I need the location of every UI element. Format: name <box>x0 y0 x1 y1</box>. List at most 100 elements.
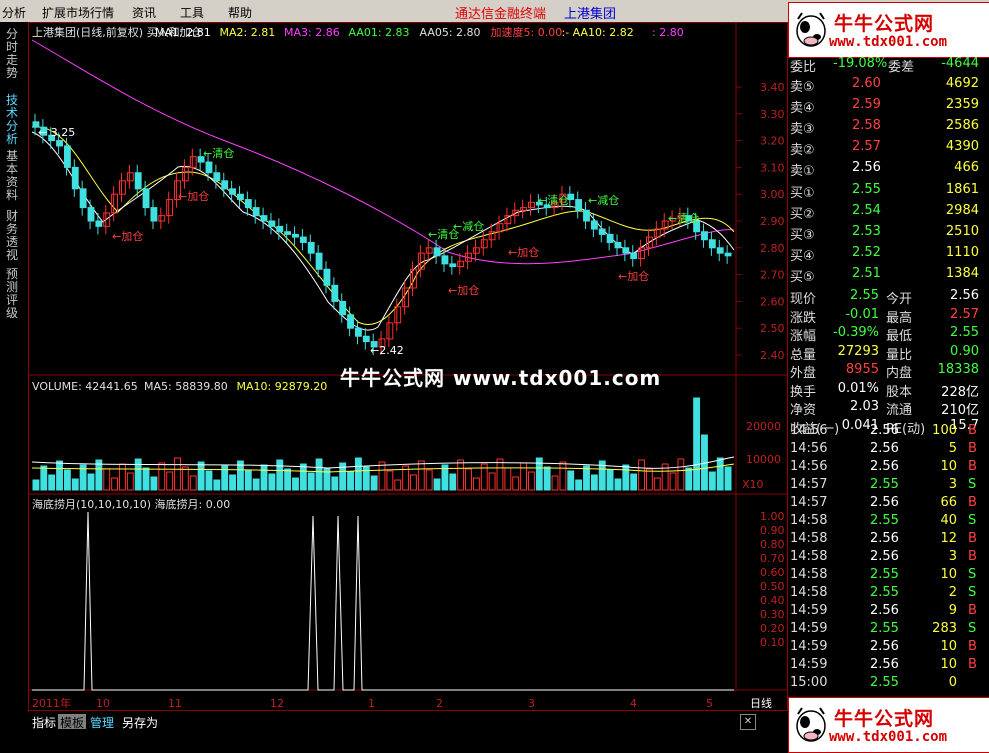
indicator-tick-label: 0.20 <box>760 622 785 635</box>
tick-volume: 10 <box>940 459 957 474</box>
tick-time: 14:59 <box>790 657 828 672</box>
menu-help[interactable]: 帮助 <box>228 4 252 21</box>
tick-price: 2.56 <box>870 531 899 546</box>
tick-side: B <box>968 639 977 654</box>
candle-body <box>394 306 402 324</box>
price-tick-label: 2.70 <box>760 269 785 282</box>
tab-intraday[interactable]: 分时走势 <box>6 28 22 80</box>
volume-bar <box>394 479 402 491</box>
tab-indicator[interactable]: 指标 <box>30 714 58 730</box>
stat-row: 净资 2.03 流通 210亿 <box>788 398 983 418</box>
quote-label: 买③ <box>790 228 815 243</box>
quote-label: 涨幅 <box>790 329 817 344</box>
tick-time: 14:57 <box>790 477 828 492</box>
volume-bar <box>181 466 189 491</box>
tick-volume: 9 <box>948 603 957 618</box>
stat-row: 总量 27293 量比 0.90 <box>788 343 983 363</box>
price-tick-label: 3.40 <box>760 81 785 94</box>
chart-header-item: MA1: 2.81 <box>155 26 211 39</box>
candle-body <box>244 199 252 209</box>
tick-volume: 0 <box>948 675 957 690</box>
volume-bar <box>433 478 441 491</box>
tick-row: 14:56 2.56 10 B <box>788 458 983 476</box>
candle-body <box>166 199 174 217</box>
volume-bar <box>56 460 63 491</box>
candle-body <box>150 207 158 222</box>
volume-bar <box>622 464 630 491</box>
tick-side: B <box>968 441 977 456</box>
quote-value: 2.59 <box>852 97 881 112</box>
tick-volume: 40 <box>940 513 957 528</box>
quote-value: 4390 <box>945 139 979 154</box>
tick-time: 14:59 <box>790 639 828 654</box>
quote-label: 卖④ <box>790 101 815 116</box>
price-tick-label: 2.40 <box>760 349 785 362</box>
candle-body <box>236 193 244 201</box>
date-label: 5 <box>706 697 713 710</box>
chart-header-item: MA2: 2.81 <box>220 26 276 39</box>
sell-level-row: 卖① 2.56 466 <box>788 159 983 179</box>
tab-basic-info[interactable]: 基本资料 <box>6 150 22 202</box>
volume-bar <box>496 458 504 491</box>
tick-list: 14:56 2.56 100 B 14:56 2.56 5 B 14:56 2.56 10 B 14:5… <box>788 422 989 697</box>
volume-header-item: VOLUME: 42441.65 <box>32 380 138 393</box>
app-title: 通达信金融终端 <box>455 7 547 22</box>
volume-bar <box>543 466 551 491</box>
candle-body <box>276 225 284 233</box>
signal-buy-label: ←加仓 <box>112 229 143 243</box>
quote-label: 净资 <box>790 403 817 418</box>
volume-bar <box>158 462 166 491</box>
ma2-line <box>31 126 735 325</box>
volume-bar <box>645 468 653 491</box>
menu-tools[interactable]: 工具 <box>180 4 204 21</box>
tick-price: 2.55 <box>870 585 899 600</box>
volume-tick-label: 20000 <box>746 420 781 433</box>
menu-extended-market[interactable]: 扩展市场行情 <box>42 4 114 21</box>
date-label: 12 <box>270 697 284 710</box>
tab-financial[interactable]: 财务透视 <box>6 210 22 262</box>
buy-level-row: 买② 2.54 2984 <box>788 202 983 222</box>
tick-price: 2.56 <box>870 459 899 474</box>
quote-value: 2.55 <box>852 182 881 197</box>
tick-time: 14:58 <box>790 567 828 582</box>
menu-news[interactable]: 资讯 <box>132 4 156 21</box>
candle-body <box>701 231 708 241</box>
buy-level-row: 买③ 2.53 2510 <box>788 223 983 243</box>
price-tick-label: 2.90 <box>760 215 785 228</box>
volume-bar <box>693 397 701 491</box>
tick-price: 2.56 <box>870 423 899 438</box>
quote-label: 卖⑤ <box>790 80 815 95</box>
menu-analysis[interactable]: 分析 <box>2 4 26 21</box>
close-icon[interactable]: ✕ <box>740 714 756 730</box>
volume-bar <box>252 478 260 491</box>
volume-bar <box>134 458 142 491</box>
ad-title: 牛牛公式网 <box>834 708 935 730</box>
tick-side: B <box>968 657 977 672</box>
signal-buy-label: ←加仓 <box>178 189 209 203</box>
sell-level-row: 卖② 2.57 4390 <box>788 138 983 158</box>
volume-bar <box>488 472 496 491</box>
tick-row: 14:59 2.56 10 B <box>788 638 983 656</box>
volume-bar <box>528 471 535 491</box>
volume-bar <box>417 460 425 491</box>
volume-bar <box>71 478 79 491</box>
candle-body <box>79 188 87 209</box>
date-label: 1 <box>368 697 375 710</box>
tab-technical[interactable]: 技术分析 <box>6 94 22 146</box>
tab-manage[interactable]: 管理 <box>88 714 116 730</box>
ad-banner-bottom[interactable]: 牛牛公式网 www.tdx001.com <box>788 697 989 753</box>
candle-body <box>449 263 457 268</box>
tick-price: 2.56 <box>870 549 899 564</box>
candle-body <box>134 172 142 190</box>
tab-template[interactable]: 模板 <box>58 714 87 730</box>
tick-price: 2.56 <box>870 441 899 456</box>
tab-forecast[interactable]: 预测评级 <box>6 268 22 320</box>
volume-bar <box>315 458 323 491</box>
signal-sell-label: ←清仓 <box>538 193 569 207</box>
ad-banner-top[interactable]: 牛牛公式网 www.tdx001.com <box>788 2 989 58</box>
quote-value: 0.90 <box>950 343 979 359</box>
weibi-row: 委比 -19.08% 委差 -4644 <box>788 55 983 75</box>
quote-value: 27293 <box>837 343 879 359</box>
volume-bar <box>174 457 181 491</box>
tab-save-as[interactable]: 另存为 <box>120 714 160 730</box>
